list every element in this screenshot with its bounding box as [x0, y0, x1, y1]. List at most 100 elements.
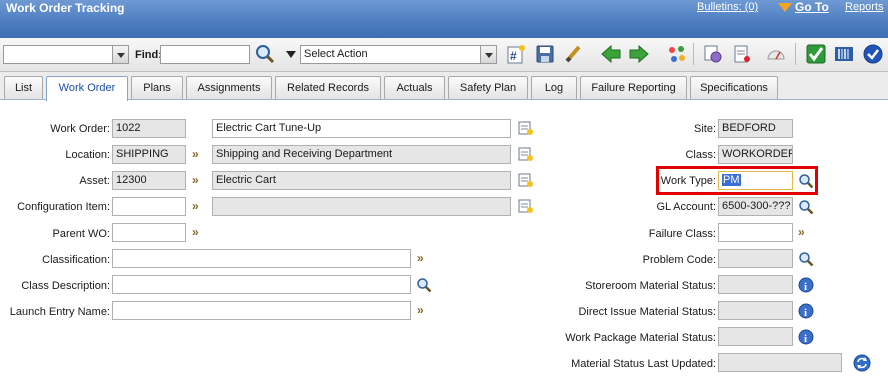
detail-menu-icon[interactable]: »	[192, 225, 199, 239]
approve-icon[interactable]	[805, 43, 827, 65]
asset-description-field: Electric Cart	[212, 171, 511, 190]
asset-field[interactable]: 12300	[112, 171, 186, 190]
long-description-icon[interactable]	[517, 146, 533, 162]
svg-text:i: i	[804, 307, 807, 319]
work-order-label: Work Order:	[50, 123, 110, 135]
problem-code-label: Problem Code:	[642, 254, 716, 266]
work-package-material-status-field[interactable]	[718, 327, 793, 346]
asset-label: Asset:	[79, 175, 110, 187]
saved-query-select[interactable]	[3, 45, 129, 64]
detail-menu-icon[interactable]: »	[192, 147, 199, 161]
work-type-label: Work Type:	[660, 175, 716, 187]
chevron-down-icon[interactable]	[112, 46, 128, 63]
new-record-icon[interactable]: #	[505, 43, 527, 65]
long-description-icon[interactable]	[517, 120, 533, 136]
storeroom-material-status-label: Storeroom Material Status:	[585, 280, 716, 292]
classification-field[interactable]	[112, 249, 411, 268]
svg-text:i: i	[804, 281, 807, 293]
magnifier-icon[interactable]	[254, 43, 276, 65]
route-icon[interactable]	[862, 43, 884, 65]
info-icon[interactable]: i	[798, 277, 814, 293]
workflow-icon[interactable]	[666, 43, 688, 65]
work-package-material-status-label: Work Package Material Status:	[565, 332, 716, 344]
classification-label: Classification:	[42, 254, 110, 266]
svg-text:#: #	[510, 49, 517, 63]
long-description-icon[interactable]	[517, 172, 533, 188]
material-status-last-updated-field[interactable]	[718, 353, 842, 372]
detail-menu-icon[interactable]: »	[417, 303, 424, 317]
next-arrow-icon[interactable]	[628, 43, 650, 65]
chevron-down-icon[interactable]	[480, 46, 496, 63]
long-description-icon[interactable]	[517, 198, 533, 214]
duplicate-icon[interactable]	[702, 43, 724, 65]
detail-menu-icon[interactable]: »	[417, 251, 424, 265]
class-label: Class:	[685, 149, 716, 161]
direct-issue-material-status-field[interactable]	[718, 301, 793, 320]
toolbar-divider	[693, 43, 694, 65]
title-bar: Work Order Tracking Bulletins: (0) Go To…	[0, 0, 888, 38]
report-icon[interactable]	[731, 43, 753, 65]
tab-assignments[interactable]: Assignments	[186, 76, 272, 99]
previous-arrow-icon[interactable]	[600, 43, 622, 65]
info-icon[interactable]: i	[798, 329, 814, 345]
class-field[interactable]: WORKORDER	[718, 145, 793, 164]
material-status-last-updated-label: Material Status Last Updated:	[571, 358, 716, 370]
storeroom-material-status-field[interactable]	[718, 275, 793, 294]
detail-menu-icon[interactable]: »	[192, 199, 199, 213]
configuration-item-label: Configuration Item:	[17, 201, 110, 213]
launch-entry-name-label: Launch Entry Name:	[9, 306, 110, 318]
tab-failure-reporting[interactable]: Failure Reporting	[580, 76, 687, 99]
failure-class-field[interactable]	[718, 223, 793, 242]
tab-work-order[interactable]: Work Order	[46, 76, 128, 101]
tab-log[interactable]: Log	[531, 76, 577, 99]
gl-account-field[interactable]: 6500-300-???	[718, 197, 793, 216]
location-label: Location:	[65, 149, 110, 161]
tab-actuals[interactable]: Actuals	[384, 76, 445, 99]
toolbar-divider	[795, 43, 796, 65]
barcode-icon[interactable]	[833, 43, 855, 65]
tab-list[interactable]: List	[4, 76, 43, 99]
gl-account-label: GL Account:	[656, 201, 716, 213]
app-title: Work Order Tracking	[6, 1, 125, 15]
failure-class-label: Failure Class:	[648, 228, 716, 240]
problem-code-field[interactable]	[718, 249, 793, 268]
class-description-field[interactable]	[112, 275, 411, 294]
select-action-dropdown[interactable]: Select Action	[300, 45, 497, 64]
parent-wo-field[interactable]	[112, 223, 186, 242]
tab-related-records[interactable]: Related Records	[275, 76, 381, 99]
svg-text:i: i	[804, 333, 807, 345]
site-label: Site:	[693, 123, 716, 135]
tab-safety-plan[interactable]: Safety Plan	[448, 76, 528, 99]
detail-menu-icon[interactable]: »	[192, 173, 199, 187]
lookup-icon[interactable]	[798, 199, 814, 215]
site-field[interactable]: BEDFORD	[718, 119, 793, 138]
configuration-item-field[interactable]	[112, 197, 186, 216]
work-type-field[interactable]: PM	[718, 171, 793, 190]
configuration-item-description-field	[212, 197, 511, 216]
save-icon[interactable]	[534, 43, 556, 65]
direct-issue-material-status-label: Direct Issue Material Status:	[578, 306, 716, 318]
goto-arrow-icon[interactable]	[778, 3, 792, 12]
refresh-icon[interactable]	[853, 354, 871, 372]
goto-link[interactable]: Go To	[795, 0, 829, 14]
clear-icon[interactable]	[563, 43, 585, 65]
location-description-field: Shipping and Receiving Department	[212, 145, 511, 164]
tab-specifications[interactable]: Specifications	[690, 76, 778, 99]
work-order-field[interactable]: 1022	[112, 119, 186, 138]
lookup-icon[interactable]	[798, 173, 814, 189]
bulletins-link[interactable]: Bulletins: (0)	[697, 1, 758, 13]
work-order-description-field[interactable]: Electric Cart Tune-Up	[212, 119, 511, 138]
class-description-label: Class Description:	[21, 280, 110, 292]
lookup-icon[interactable]	[416, 277, 432, 293]
gauge-icon[interactable]	[765, 43, 787, 65]
reports-link[interactable]: Reports	[845, 1, 884, 13]
location-field[interactable]: SHIPPING	[112, 145, 186, 164]
info-icon[interactable]: i	[798, 303, 814, 319]
lookup-icon[interactable]	[798, 251, 814, 267]
launch-entry-name-field[interactable]	[112, 301, 411, 320]
chevron-down-icon[interactable]	[286, 51, 296, 59]
parent-wo-label: Parent WO:	[52, 228, 110, 240]
find-input[interactable]	[160, 45, 250, 64]
detail-menu-icon[interactable]: »	[798, 225, 805, 239]
tab-plans[interactable]: Plans	[131, 76, 183, 99]
